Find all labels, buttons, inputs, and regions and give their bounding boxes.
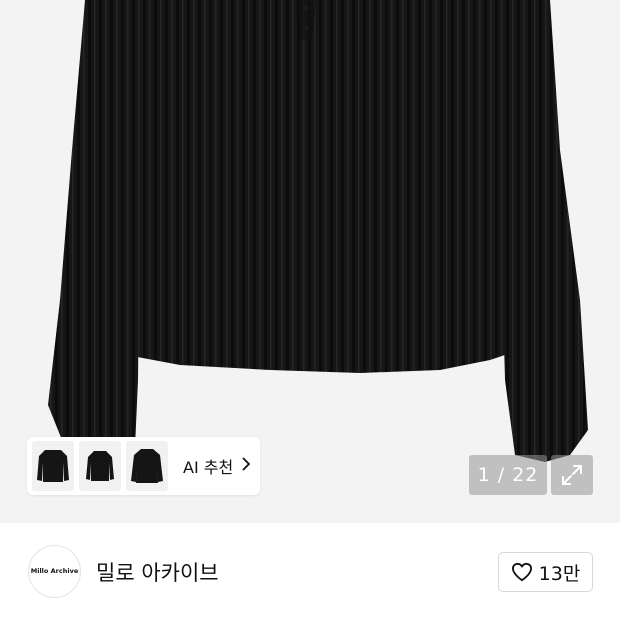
like-button[interactable]: 13만 [498, 552, 593, 592]
ai-recommendation-label[interactable]: AI 추천 [183, 454, 251, 478]
sweater-thumbnail-icon [131, 449, 163, 483]
shop-name[interactable]: 밀로 아카이브 [96, 557, 219, 587]
chevron-right-icon [241, 457, 251, 475]
sweater-thumbnail-icon [37, 450, 69, 482]
expand-icon [562, 465, 582, 485]
sweater-thumbnail-3[interactable] [126, 441, 168, 491]
expand-button[interactable] [551, 455, 593, 495]
like-count: 13만 [538, 562, 581, 585]
shop-logo[interactable]: Millo Archive [28, 545, 81, 598]
sweater-thumbnail-2[interactable] [79, 441, 121, 491]
sweater-thumbnail-icon [86, 451, 114, 481]
ai-recommendation-text: AI 추천 [183, 458, 234, 477]
sweater-thumbnail-1[interactable] [32, 441, 74, 491]
shop-bar: Millo Archive 밀로 아카이브 13만 [0, 523, 620, 620]
heart-icon [511, 562, 532, 582]
shop-logo-text: Millo Archive [30, 567, 79, 576]
image-page-counter: 1 / 22 [469, 455, 547, 495]
ai-recommendation-panel[interactable]: AI 추천 [27, 437, 260, 495]
